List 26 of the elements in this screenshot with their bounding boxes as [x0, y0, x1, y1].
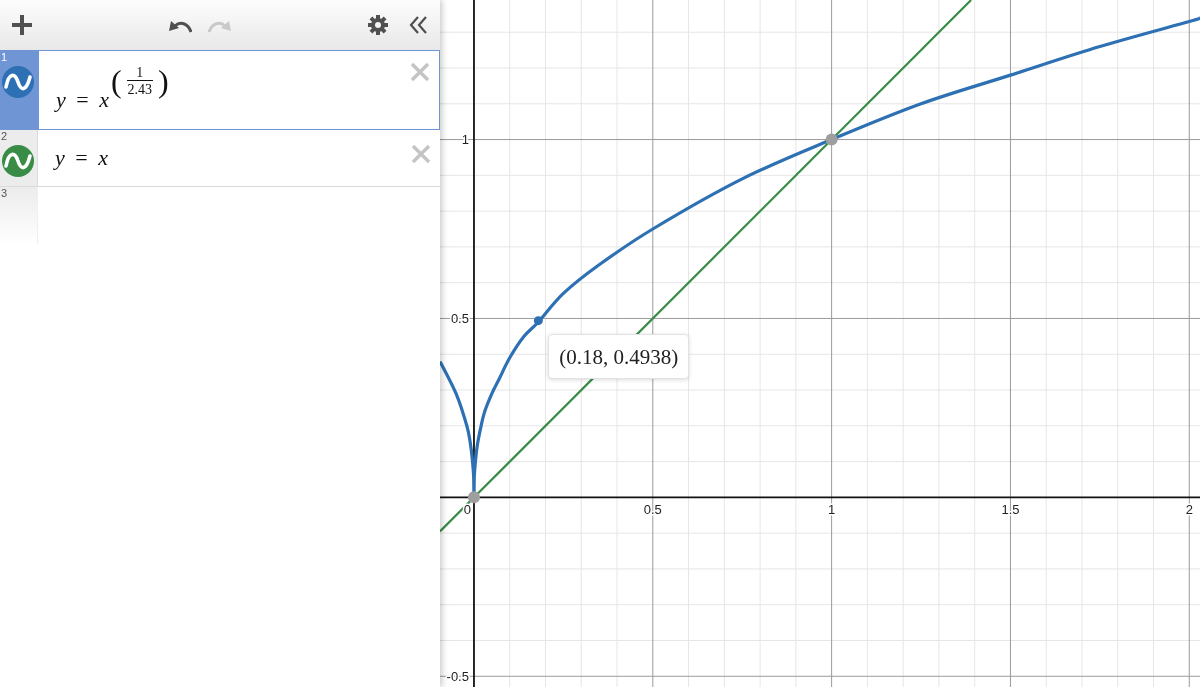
graph-point[interactable] — [825, 133, 838, 146]
wave-icon[interactable] — [2, 145, 34, 177]
close-icon — [411, 144, 431, 164]
graph-point[interactable] — [468, 491, 480, 504]
tick-label: 1 — [828, 502, 836, 518]
math-expression[interactable]: y = x — [52, 144, 408, 172]
close-icon — [410, 62, 430, 82]
gear-icon — [368, 15, 388, 35]
tick-label: 0 — [463, 502, 471, 518]
expression-row[interactable]: 2 y = x — [0, 130, 440, 187]
tick-label: 2 — [1185, 502, 1193, 518]
double-chevron-icon — [408, 16, 428, 34]
tick-label: 1.5 — [1001, 502, 1020, 518]
expression-row[interactable]: 3 — [0, 187, 440, 244]
tick-label: 0.5 — [450, 310, 469, 326]
tick-label: 0.5 — [643, 502, 662, 518]
row-number: 2 — [0, 130, 8, 143]
tick-label: -0.5 — [446, 668, 469, 684]
coordinate-tooltip: (0.18, 0.4938) — [548, 333, 690, 379]
wave-icon[interactable] — [2, 66, 34, 98]
row-number: 3 — [0, 187, 8, 200]
row-number: 1 — [0, 51, 8, 64]
graph-canvas[interactable]: 0 0.5 1 1.5 2 -0.5 0.5 1 (0.18, 0.4938) — [440, 0, 1200, 687]
graph-point[interactable] — [533, 316, 543, 326]
plus-icon — [11, 14, 33, 36]
tick-label: 1 — [461, 132, 469, 148]
